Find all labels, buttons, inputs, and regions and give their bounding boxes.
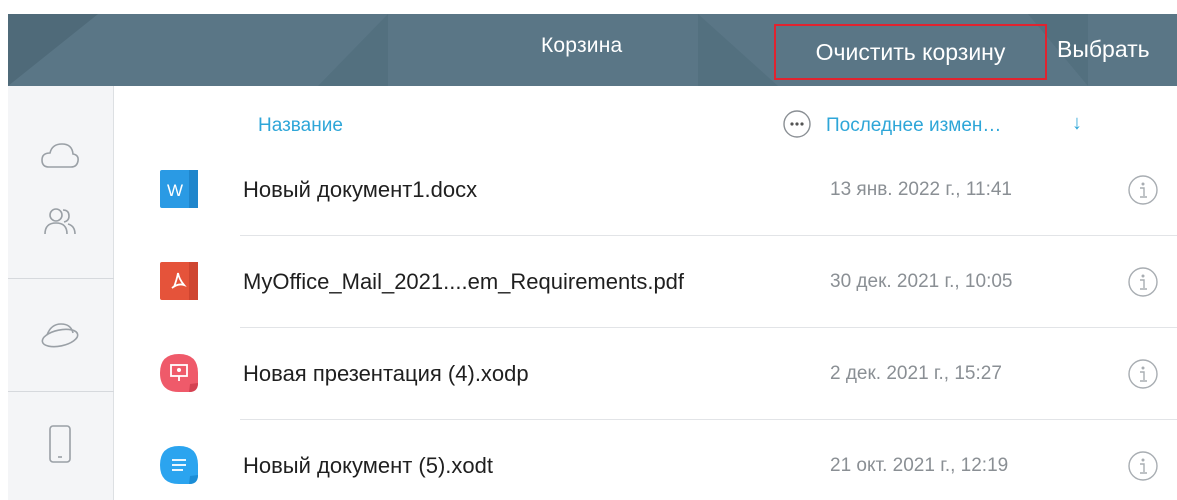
text-document-file-icon: [159, 445, 199, 485]
users-icon-glyph: [44, 208, 76, 235]
info-icon-glyph: [1128, 451, 1158, 481]
pdf-file-icon: [159, 261, 199, 301]
info-icon[interactable]: [1127, 450, 1159, 482]
header-decoration: [318, 14, 388, 86]
svg-text:W: W: [167, 181, 183, 200]
presentation-icon-glyph: [160, 354, 198, 392]
column-header-name[interactable]: Название: [258, 115, 343, 137]
top-strip: [0, 0, 1177, 14]
sidebar-divider: [8, 391, 114, 392]
cloud-icon[interactable]: [38, 134, 82, 178]
docx-file-icon: W: [159, 169, 199, 209]
file-row[interactable]: W Новый документ1.docx 13 янв. 2022 г., …: [114, 144, 1177, 236]
info-icon[interactable]: [1127, 174, 1159, 206]
more-options-icon[interactable]: [782, 109, 812, 139]
clear-trash-button[interactable]: Очистить корзину: [774, 24, 1047, 80]
header-decoration: [8, 14, 98, 86]
file-modified-date: 13 янв. 2022 г., 11:41: [830, 179, 1012, 200]
sort-direction-icon[interactable]: ↓: [1072, 112, 1082, 135]
sidebar: [8, 86, 114, 500]
file-modified-date: 21 окт. 2021 г., 12:19: [830, 455, 1009, 476]
shared-storage-icon[interactable]: [38, 314, 82, 358]
app-header: Корзина Очистить корзину Выбрать: [8, 14, 1177, 86]
users-icon[interactable]: [38, 199, 82, 243]
device-icon[interactable]: [38, 422, 82, 466]
cloud-icon-glyph: [41, 143, 79, 168]
select-button[interactable]: Выбрать: [1057, 36, 1150, 63]
file-row[interactable]: Новая презентация (4).xodp 2 дек. 2021 г…: [114, 328, 1177, 420]
file-row[interactable]: Новый документ (5).xodt 21 окт. 2021 г.,…: [114, 420, 1177, 500]
pdf-icon-glyph: [160, 262, 198, 300]
column-header-modified[interactable]: Последнее измен…: [826, 115, 1001, 137]
file-name: Новый документ1.docx: [243, 177, 478, 202]
info-icon-glyph: [1128, 359, 1158, 389]
file-row[interactable]: MyOffice_Mail_2021....em_Requirements.pd…: [114, 236, 1177, 328]
ellipsis-icon: [783, 110, 811, 138]
file-modified-date: 2 дек. 2021 г., 15:27: [830, 363, 1002, 384]
header-decoration: [698, 14, 778, 86]
page-title: Корзина: [541, 34, 623, 57]
info-icon-glyph: [1128, 267, 1158, 297]
info-icon-glyph: [1128, 175, 1158, 205]
file-name: Новая презентация (4).xodp: [243, 361, 529, 386]
presentation-file-icon: [159, 353, 199, 393]
device-icon-glyph: [49, 425, 71, 463]
shared-storage-icon-glyph: [41, 323, 79, 348]
sidebar-divider: [8, 278, 114, 279]
info-icon[interactable]: [1127, 358, 1159, 390]
docx-icon-glyph: W: [160, 170, 198, 208]
file-modified-date: 30 дек. 2021 г., 10:05: [830, 271, 1013, 292]
file-name: MyOffice_Mail_2021....em_Requirements.pd…: [243, 269, 685, 294]
info-icon[interactable]: [1127, 266, 1159, 298]
file-name: Новый документ (5).xodt: [243, 453, 494, 478]
text-document-icon-glyph: [160, 446, 198, 484]
